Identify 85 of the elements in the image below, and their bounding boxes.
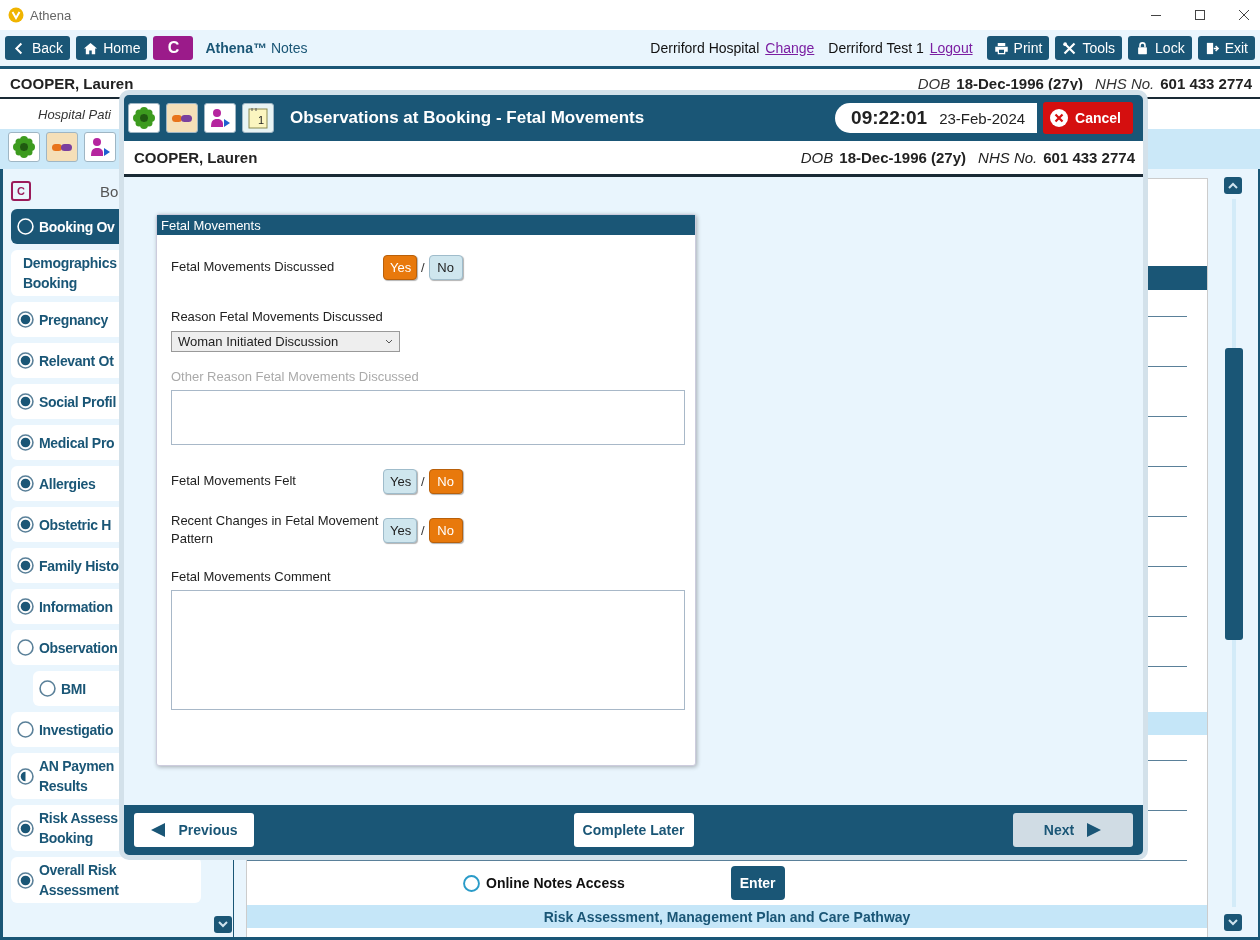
dob-label: DOB xyxy=(917,74,951,92)
home-button[interactable]: Home xyxy=(76,36,148,60)
patient-name: COOPER, Lauren xyxy=(10,74,134,92)
enter-button[interactable]: Enter xyxy=(730,866,785,900)
close-icon xyxy=(1049,108,1070,128)
home-icon xyxy=(83,40,99,56)
module-badge: C xyxy=(11,181,31,201)
previous-button[interactable]: Previous xyxy=(134,813,254,847)
sidebar-item-label: AN Paymen Results xyxy=(39,757,115,796)
radio-button[interactable] xyxy=(463,874,480,892)
sidebar-header: Bo xyxy=(100,182,119,200)
tools-button[interactable]: Tools xyxy=(1055,36,1123,60)
sidebar-item-label: Observation xyxy=(39,638,118,658)
hospital-name: Derriford Hospital xyxy=(650,40,760,56)
maximize-icon[interactable] xyxy=(1194,9,1206,21)
app-subtitle: Notes xyxy=(270,40,308,56)
chevron-down-icon xyxy=(1228,919,1238,926)
sidebar-item-label: Information xyxy=(39,597,113,617)
sidebar-item-label: Family Histo xyxy=(39,556,119,576)
toggle-button[interactable]: Yes xyxy=(383,517,417,543)
user-name: Derriford Test 1 xyxy=(828,40,924,56)
complete-later-button[interactable]: Complete Later xyxy=(573,813,694,847)
hospital-patient-label: Hospital Pati xyxy=(38,106,111,122)
close-icon[interactable] xyxy=(1238,9,1250,21)
pill-icon[interactable] xyxy=(46,132,78,162)
scroll-up-button[interactable] xyxy=(1224,177,1242,194)
sidebar-item-label: Relevant Ot xyxy=(39,351,114,371)
date-text: 23-Feb-2024 xyxy=(939,109,1026,127)
sidebar-item-label: Investigatio xyxy=(39,720,114,740)
person-icon[interactable] xyxy=(204,103,236,133)
dialog-title: Observations at Booking - Fetal Movements xyxy=(290,108,645,128)
separator: / xyxy=(421,259,425,275)
scroll-down-button[interactable] xyxy=(1224,914,1242,931)
sidebar-item-label: Obstetric H xyxy=(39,515,112,535)
lock-button[interactable]: Lock xyxy=(1128,36,1192,60)
cancel-button[interactable]: Cancel xyxy=(1043,102,1133,134)
sidebar-item-label: Booking Ov xyxy=(39,217,115,237)
sidebar-item[interactable]: Overall Risk Assessment xyxy=(11,857,201,903)
sidebar-item-label: Social Profil xyxy=(39,392,116,412)
sidebar-item-label: Risk Assess Booking xyxy=(39,809,118,848)
flower-icon[interactable] xyxy=(128,103,160,133)
exit-icon xyxy=(1204,40,1220,56)
scroll-down-button[interactable] xyxy=(214,916,232,933)
right-triangle-icon xyxy=(1086,822,1103,838)
print-button[interactable]: Print xyxy=(986,36,1050,60)
online-notes-label: Online Notes Access xyxy=(486,875,625,891)
flower-icon[interactable] xyxy=(8,132,40,162)
exit-button[interactable]: Exit xyxy=(1197,36,1255,60)
logo-icon xyxy=(8,7,24,23)
nhs-number: 601 433 2774 xyxy=(1160,74,1252,92)
c-button[interactable]: C xyxy=(153,36,194,60)
dropdown[interactable]: Woman Initiated Discussion xyxy=(171,331,400,352)
separator: / xyxy=(421,473,425,489)
app-name: Athena™ xyxy=(205,40,267,56)
back-button[interactable]: Back xyxy=(5,36,71,60)
left-triangle-icon xyxy=(150,822,167,838)
chevron-down-icon xyxy=(218,921,228,928)
chevron-up-icon xyxy=(1228,182,1238,189)
person-icon[interactable] xyxy=(84,132,116,162)
pill-icon[interactable] xyxy=(166,103,198,133)
dob-label: DOB xyxy=(800,149,834,166)
section-band: Risk Assessment, Management Plan and Care Pathway xyxy=(247,905,1207,928)
sidebar-item-label: Medical Pro xyxy=(39,433,115,453)
nhs-number: 601 433 2774 xyxy=(1043,149,1135,166)
nhs-label: NHS No. xyxy=(978,149,1038,166)
sidebar-item-label: BMI xyxy=(61,679,86,699)
toggle-button[interactable]: Yes xyxy=(383,468,417,494)
time-text: 09:22:01 xyxy=(851,107,928,129)
toggle-button[interactable]: No xyxy=(428,254,463,280)
window-title: Athena xyxy=(30,7,72,23)
change-link[interactable]: Change xyxy=(765,40,815,56)
dob-value: 18-Dec-1996 (27y) xyxy=(839,149,967,166)
caret-icon xyxy=(385,339,393,344)
sidebar-item-label: Pregnancy xyxy=(39,310,108,330)
tools-icon xyxy=(1062,40,1078,56)
printer-icon xyxy=(993,40,1009,56)
sidebar-item-label: Overall Risk Assessment xyxy=(39,861,119,900)
patient-name: COOPER, Lauren xyxy=(134,149,258,166)
calendar-icon[interactable]: 1 xyxy=(242,103,274,133)
scrollbar-thumb[interactable] xyxy=(1225,348,1243,640)
separator: / xyxy=(421,522,425,538)
logout-link[interactable]: Logout xyxy=(929,40,973,56)
sidebar-item-label: Allergies xyxy=(39,474,96,494)
nhs-label: NHS No. xyxy=(1095,74,1155,92)
sidebar-item-label: Demographics Booking xyxy=(23,254,117,293)
